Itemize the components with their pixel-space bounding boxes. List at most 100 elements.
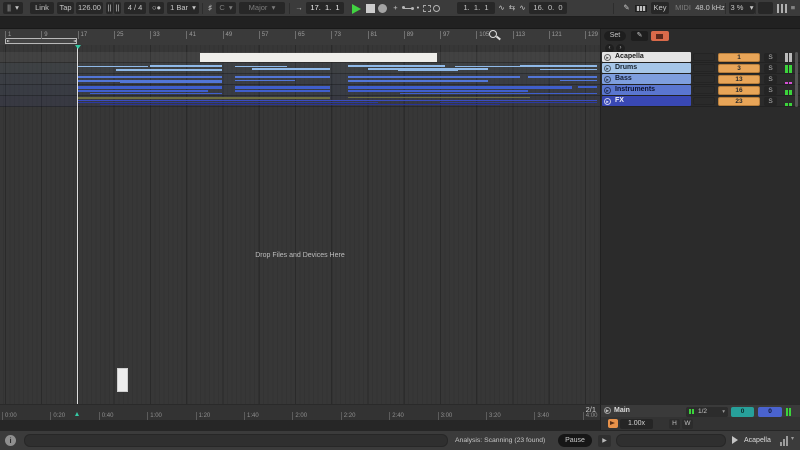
zoom-height-button[interactable]: H bbox=[669, 419, 680, 429]
clip[interactable] bbox=[235, 66, 287, 67]
clip[interactable] bbox=[540, 69, 597, 70]
clip[interactable] bbox=[520, 65, 597, 67]
track-header-instruments[interactable]: ▸ Instruments 16 S bbox=[602, 85, 800, 96]
root-field[interactable]: C ▾ bbox=[216, 2, 236, 14]
record-button[interactable] bbox=[378, 4, 387, 13]
solo-button[interactable]: S bbox=[764, 74, 777, 84]
clip[interactable] bbox=[578, 86, 597, 88]
speed-icon[interactable] bbox=[608, 419, 618, 428]
clip-lane-instruments[interactable] bbox=[0, 85, 600, 96]
metronome-button[interactable]: ○● bbox=[149, 2, 164, 14]
tempo-field[interactable]: 126.00 bbox=[76, 2, 103, 14]
clip[interactable] bbox=[200, 53, 437, 62]
main-track-row[interactable]: ▶ Main 1/2 ▾ 0 0 bbox=[600, 404, 800, 417]
clip-lane-drums[interactable] bbox=[0, 63, 600, 74]
punch-in-button[interactable]: ∿ bbox=[497, 2, 506, 14]
clip-lane-fx[interactable] bbox=[0, 96, 600, 107]
clip[interactable] bbox=[235, 80, 295, 81]
clip[interactable] bbox=[78, 100, 597, 101]
punch-out-button[interactable]: ∿ bbox=[518, 2, 527, 14]
track-header-drums[interactable]: ▸ Drums 3 S bbox=[602, 63, 800, 74]
track-activator[interactable]: 3 bbox=[718, 63, 760, 73]
loop-button[interactable]: ⇆ bbox=[507, 2, 517, 14]
loop-set-button[interactable]: Set bbox=[604, 31, 626, 41]
clip[interactable] bbox=[78, 76, 222, 78]
clip[interactable] bbox=[116, 69, 222, 71]
marquee-select-button[interactable] bbox=[423, 5, 431, 12]
clip[interactable] bbox=[348, 90, 528, 92]
grid-quantize-select[interactable]: 1/2 ▾ bbox=[686, 406, 728, 417]
main-fold-icon[interactable]: ▶ bbox=[604, 407, 611, 414]
clip[interactable] bbox=[120, 82, 222, 83]
track-name[interactable]: ▸ FX bbox=[602, 96, 691, 106]
midi-keyboard-button[interactable] bbox=[635, 5, 647, 12]
clip[interactable] bbox=[78, 90, 208, 92]
clip[interactable] bbox=[398, 70, 458, 71]
track-scrollbar[interactable] bbox=[795, 52, 798, 107]
automation-arm-button[interactable] bbox=[402, 6, 414, 10]
stop-button[interactable] bbox=[366, 4, 375, 13]
info-icon[interactable]: i bbox=[5, 435, 16, 446]
tap-button[interactable]: Tap bbox=[57, 2, 74, 14]
clip[interactable] bbox=[78, 97, 330, 99]
arrangement-overview[interactable] bbox=[0, 17, 800, 29]
session-record-button[interactable] bbox=[433, 5, 440, 12]
link-button[interactable]: Link bbox=[30, 2, 54, 14]
solo-button[interactable]: S bbox=[764, 85, 777, 95]
solo-button[interactable]: S bbox=[764, 63, 777, 73]
loop-start-handle[interactable] bbox=[6, 39, 10, 42]
track-fold-icon[interactable]: ▸ bbox=[604, 97, 611, 105]
clip[interactable] bbox=[528, 76, 597, 78]
clip[interactable] bbox=[78, 102, 378, 103]
panel-menu-button[interactable]: || ▾ bbox=[3, 2, 23, 14]
clip[interactable] bbox=[400, 93, 597, 94]
nudge-up-button[interactable]: || bbox=[114, 2, 121, 14]
status-play-button[interactable]: ▶ bbox=[598, 435, 611, 447]
playhead[interactable] bbox=[77, 45, 78, 404]
clip[interactable] bbox=[348, 80, 488, 82]
track-activator[interactable]: 23 bbox=[718, 96, 760, 106]
track-activator[interactable]: 1 bbox=[718, 52, 760, 62]
timesig-field[interactable]: 4 / 4 bbox=[124, 2, 146, 14]
preview-play-icon[interactable] bbox=[732, 436, 738, 444]
clip[interactable] bbox=[348, 65, 445, 67]
solo-button[interactable]: S bbox=[764, 96, 777, 106]
beat-time-ruler[interactable]: 1 9 17 25 33 41 49 57 65 73 81 89 97 105 113 121 129 bbox=[0, 29, 600, 45]
clip[interactable] bbox=[348, 97, 530, 98]
clip-lane-acapella[interactable] bbox=[0, 52, 600, 63]
arrangement-area[interactable]: Drop Files and Devices Here bbox=[0, 45, 600, 404]
clip[interactable] bbox=[235, 76, 330, 78]
time-ruler[interactable]: 2/1 0:00 0:20 0:40 1:00 1:20 1:40 2:00 2:20 2:40… bbox=[0, 404, 600, 420]
follow-button[interactable]: → bbox=[294, 2, 304, 14]
track-header-fx[interactable]: ▸ FX 23 S bbox=[602, 96, 800, 107]
cpu-field[interactable]: 3 % ▾ bbox=[729, 2, 755, 14]
track-activator[interactable]: 13 bbox=[718, 74, 760, 84]
scale-field[interactable]: Major ▾ bbox=[239, 2, 285, 14]
clip[interactable] bbox=[348, 86, 572, 89]
track-name[interactable]: ▸ Bass bbox=[602, 74, 691, 84]
clip[interactable] bbox=[90, 93, 222, 94]
capture-midi-button[interactable]: + bbox=[391, 2, 400, 14]
dragged-clip[interactable] bbox=[117, 368, 128, 392]
back-to-arrangement-button[interactable] bbox=[651, 31, 669, 41]
track-fold-icon[interactable]: ▸ bbox=[604, 86, 611, 94]
track-name[interactable]: ▸ Drums bbox=[602, 63, 691, 73]
track-header-acapella[interactable]: ▸ Acapella 1 S bbox=[602, 52, 800, 63]
preview-chevron-icon[interactable]: ▾ bbox=[791, 435, 794, 442]
main-volume-field[interactable]: 0 bbox=[758, 406, 782, 417]
zoom-width-button[interactable]: W bbox=[682, 419, 693, 429]
track-header-bass[interactable]: ▸ Bass 13 S bbox=[602, 74, 800, 85]
track-fold-icon[interactable]: ▸ bbox=[604, 75, 611, 83]
reenable-automation-button[interactable]: • bbox=[415, 2, 421, 14]
track-fold-icon[interactable]: ▸ bbox=[604, 64, 611, 72]
clip[interactable] bbox=[252, 68, 330, 70]
track-name[interactable]: ▸ Acapella bbox=[602, 52, 691, 62]
clip[interactable] bbox=[100, 104, 500, 105]
position-field[interactable]: 17. 1. 1 bbox=[306, 2, 344, 14]
play-button[interactable] bbox=[352, 3, 361, 14]
clip[interactable] bbox=[78, 66, 148, 67]
loop-length-field[interactable]: 16. 0. 0 bbox=[529, 2, 567, 14]
clip[interactable] bbox=[440, 102, 597, 103]
key-map-button[interactable]: Key bbox=[651, 2, 669, 14]
track-fold-icon[interactable]: ▸ bbox=[604, 53, 611, 61]
